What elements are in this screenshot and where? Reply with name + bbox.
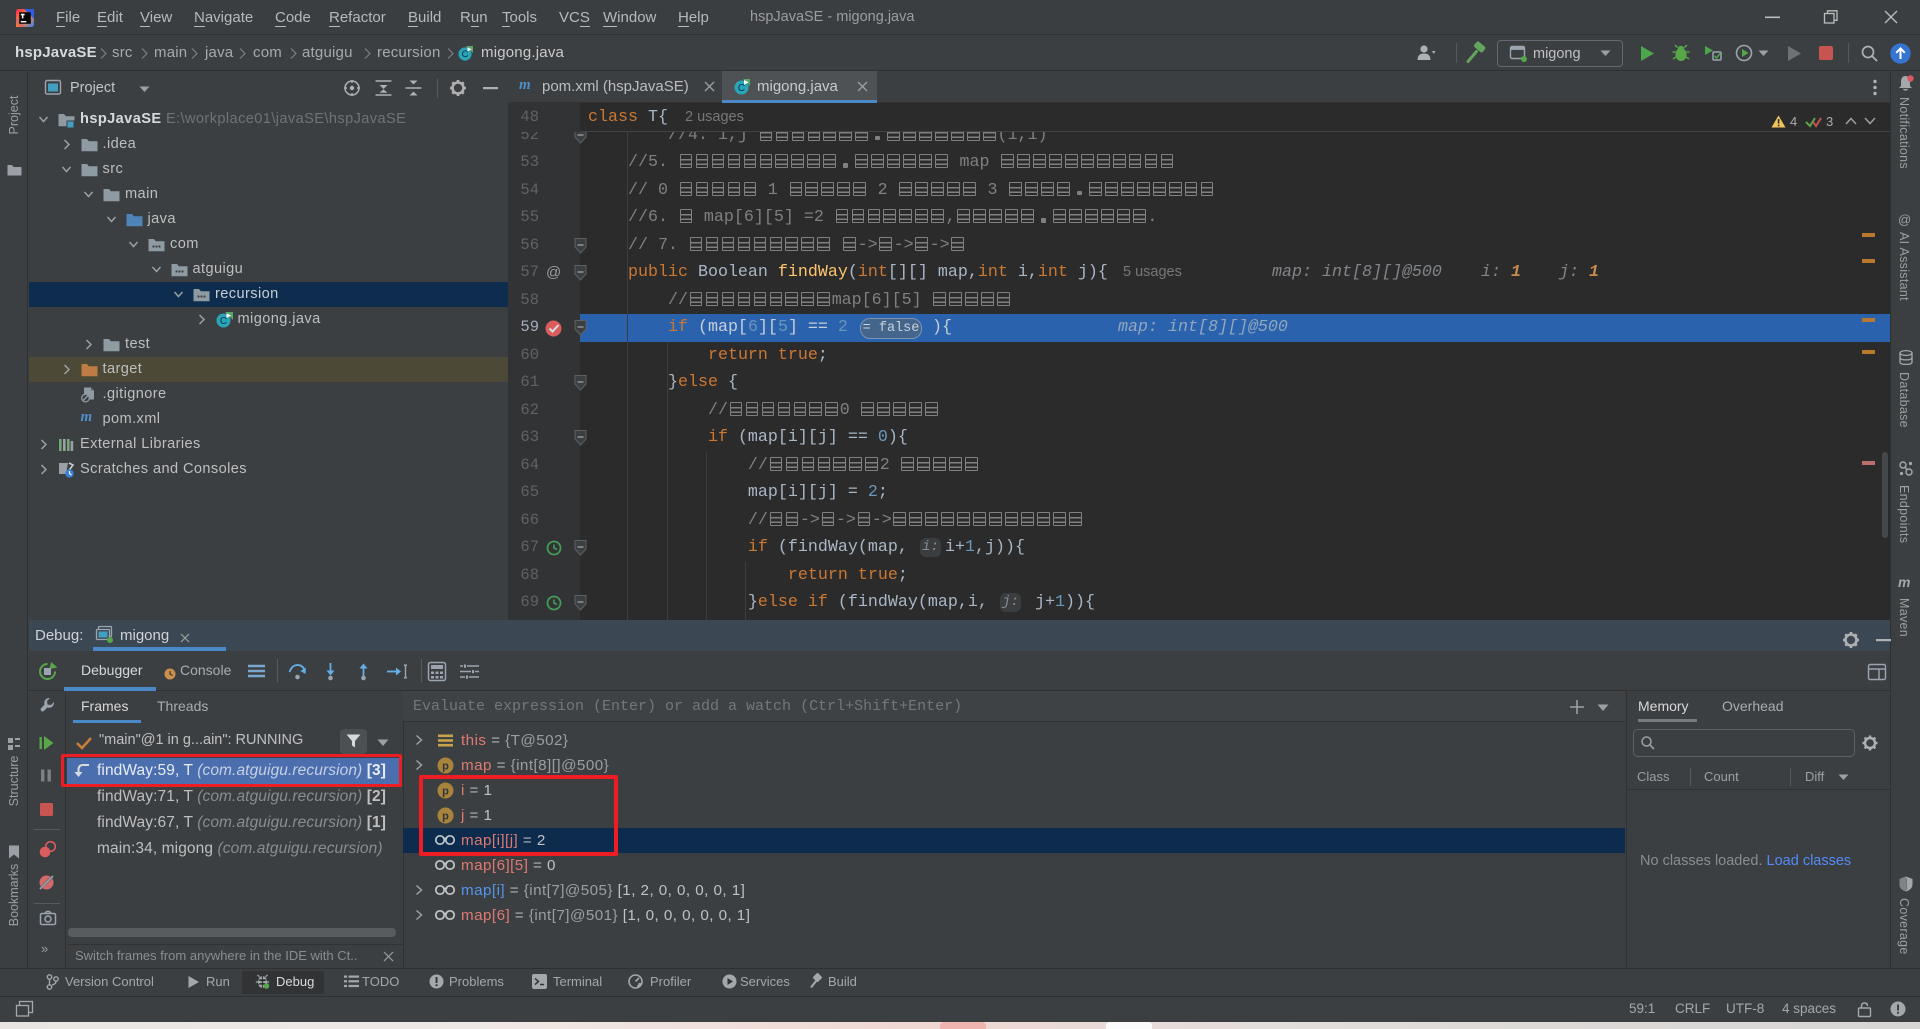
svg-text:C: C [219,316,226,327]
svg-text:p: p [442,761,449,773]
